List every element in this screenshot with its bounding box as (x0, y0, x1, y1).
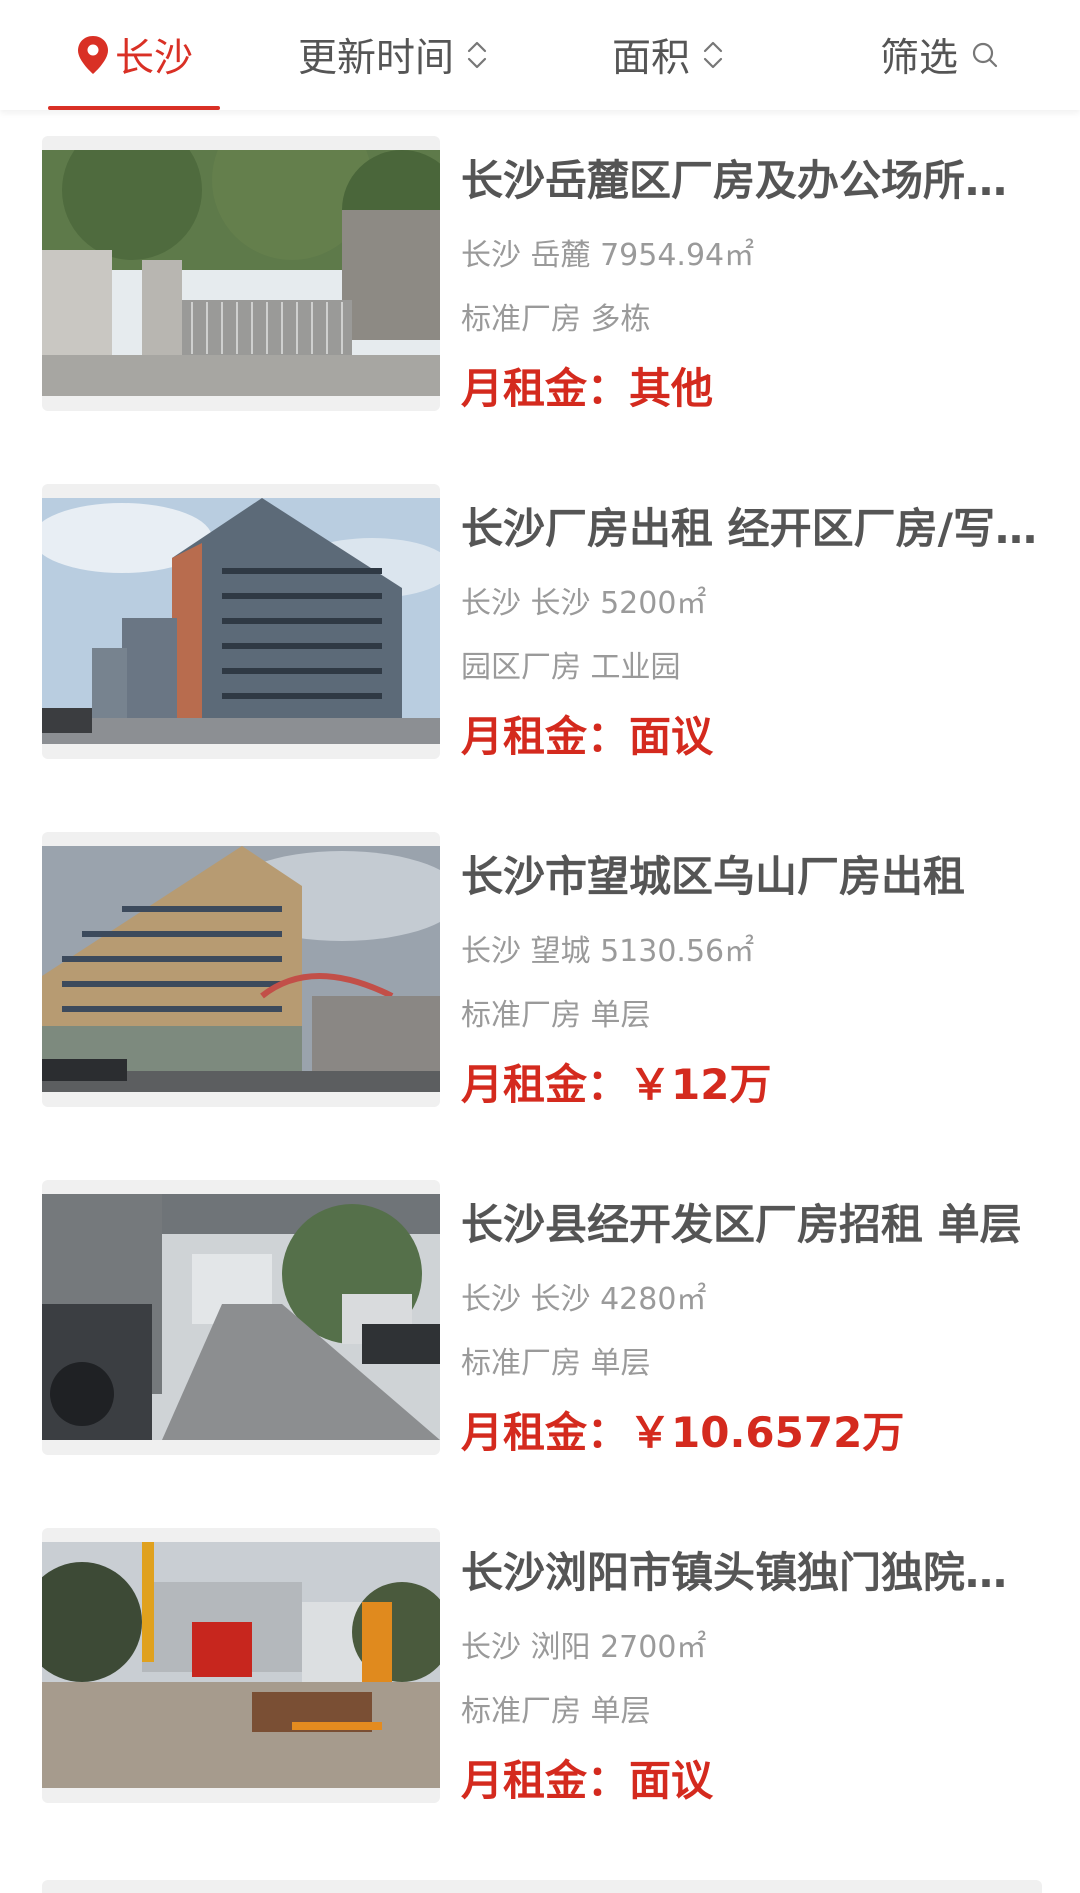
listing-item[interactable]: 长沙浏阳市镇头镇独门独院厂房 长沙 浏阳 2700㎡ 标准厂房 单层 月租金：面… (0, 1528, 1080, 1876)
location-pin-icon (75, 34, 111, 76)
listing-price: 月租金：面议 (461, 711, 713, 763)
listing-price: 月租金：面议 (461, 1755, 713, 1807)
tab-city-label: 长沙 (114, 36, 193, 81)
tab-city[interactable]: 长沙 (48, 0, 220, 110)
sort-arrows-icon (466, 38, 488, 72)
tab-update-time-label: 更新时间 (298, 36, 455, 81)
search-icon (970, 40, 1000, 70)
tab-area-label: 面积 (612, 36, 691, 81)
price-label: 月租金： (461, 1060, 630, 1109)
price-label: 月租金： (461, 364, 630, 413)
listing-title: 长沙岳麓区厂房及办公场所出租 (461, 156, 1041, 205)
price-value: 面议 (629, 712, 714, 761)
price-label: 月租金： (461, 712, 630, 761)
next-listing-peek (42, 1880, 1042, 1893)
listing-photo (42, 832, 440, 1107)
listing-title: 长沙县经开发区厂房招租 单层 (461, 1200, 1022, 1249)
tab-area[interactable]: 面积 (612, 0, 724, 110)
listing-type: 标准厂房 多栋 (461, 302, 651, 337)
listing-item[interactable]: 长沙岳麓区厂房及办公场所出租 长沙 岳麓 7954.94㎡ 标准厂房 多栋 月租… (0, 136, 1080, 484)
listing-type: 标准厂房 单层 (461, 1346, 651, 1381)
price-label: 月租金： (461, 1756, 630, 1805)
active-tab-underline (48, 106, 220, 110)
listing-price: 月租金：￥12万 (461, 1059, 771, 1111)
price-value: 其他 (629, 364, 714, 413)
tab-filter[interactable]: 筛选 (880, 0, 1000, 110)
listing-location: 长沙 岳麓 7954.94㎡ (461, 238, 755, 273)
listing-type: 标准厂房 单层 (461, 998, 651, 1033)
filter-bar: 长沙 更新时间 面积 筛选 (0, 0, 1080, 110)
listing-title: 长沙厂房出租 经开区厂房/写字楼 (461, 504, 1041, 553)
listing-price: 月租金：￥10.6572万 (461, 1407, 904, 1459)
listing-price: 月租金：其他 (461, 363, 713, 415)
price-value: 面议 (629, 1756, 714, 1805)
listing-item[interactable]: 长沙县经开发区厂房招租 单层 长沙 长沙 4280㎡ 标准厂房 单层 月租金：￥… (0, 1180, 1080, 1528)
listing-photo (42, 1528, 440, 1803)
sort-arrows-icon (702, 38, 724, 72)
listing-photo (42, 1180, 440, 1455)
tab-filter-label: 筛选 (880, 36, 959, 81)
listing-item[interactable]: 长沙市望城区乌山厂房出租 长沙 望城 5130.56㎡ 标准厂房 单层 月租金：… (0, 832, 1080, 1180)
listing-location: 长沙 长沙 4280㎡ (461, 1282, 707, 1317)
listing-list: 长沙岳麓区厂房及办公场所出租 长沙 岳麓 7954.94㎡ 标准厂房 多栋 月租… (0, 136, 1080, 1876)
listing-title: 长沙市望城区乌山厂房出租 (461, 852, 966, 901)
listing-type: 园区厂房 工业园 (461, 650, 681, 685)
listing-photo (42, 136, 440, 411)
price-value: ￥12万 (629, 1060, 772, 1109)
price-value: ￥10.6572万 (629, 1408, 905, 1457)
price-label: 月租金： (461, 1408, 630, 1457)
listing-title: 长沙浏阳市镇头镇独门独院厂房 (461, 1548, 1041, 1597)
listing-item[interactable]: 长沙厂房出租 经开区厂房/写字楼 长沙 长沙 5200㎡ 园区厂房 工业园 月租… (0, 484, 1080, 832)
listing-location: 长沙 望城 5130.56㎡ (461, 934, 755, 969)
listing-location: 长沙 长沙 5200㎡ (461, 586, 707, 621)
tab-update-time[interactable]: 更新时间 (298, 0, 488, 110)
listing-photo (42, 484, 440, 759)
listing-type: 标准厂房 单层 (461, 1694, 651, 1729)
listing-location: 长沙 浏阳 2700㎡ (461, 1630, 707, 1665)
